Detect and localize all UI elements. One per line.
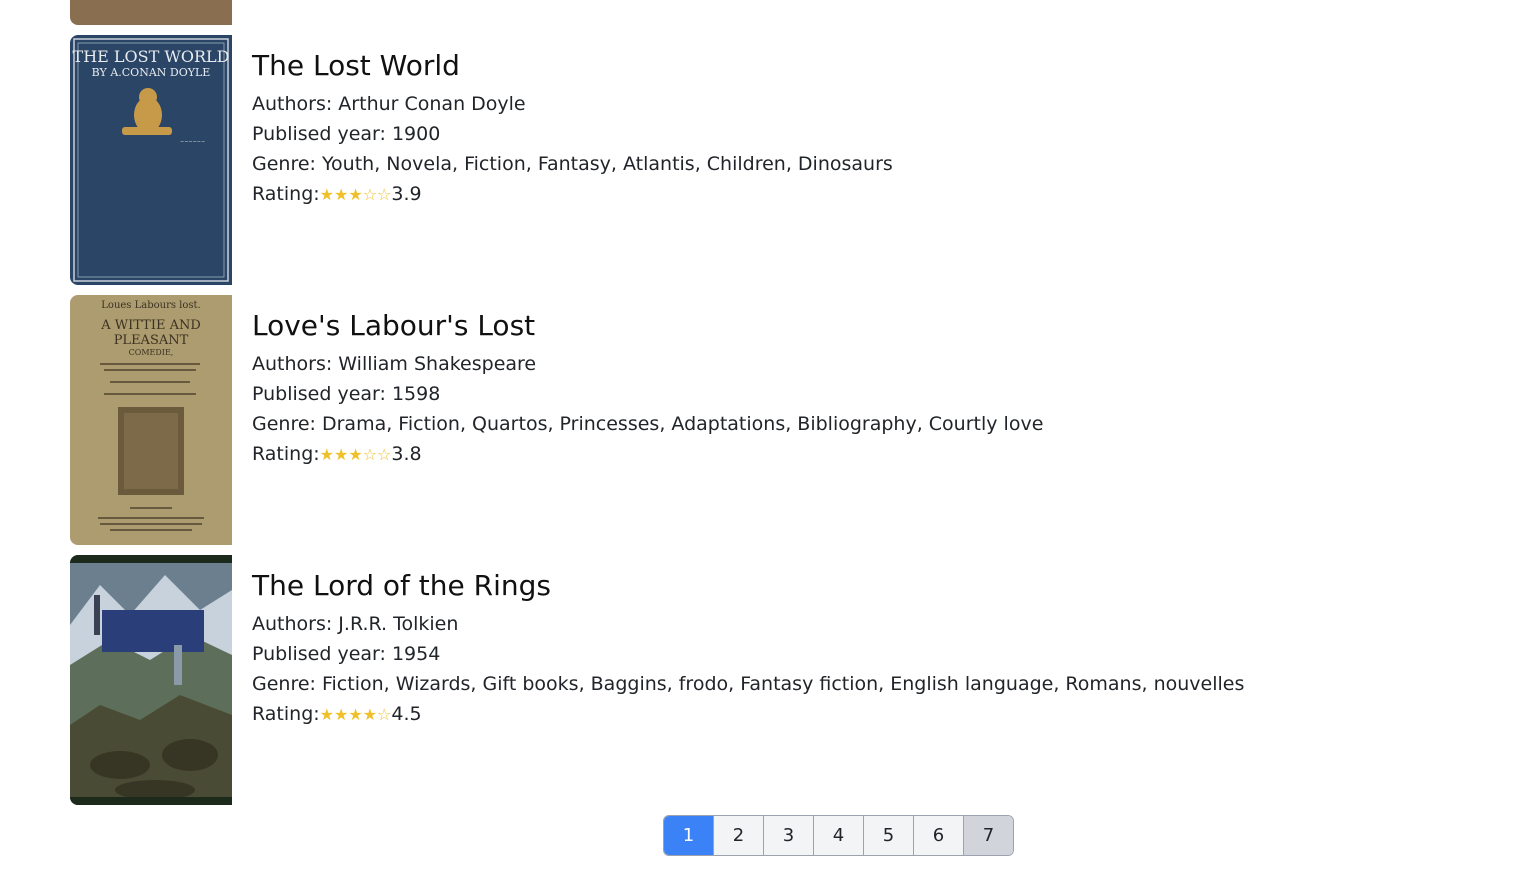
book-item: The Lord of the Rings Authors: J.R.R. To… [70,555,1470,805]
page-button-1[interactable]: 1 [664,816,714,855]
rating-value: 3.9 [391,183,422,205]
pagination: 1 2 3 4 5 6 7 [663,815,1014,856]
book-cover-image[interactable]: Loues Labours lost. A WITTIE AND PLEASAN… [70,295,232,545]
star-rating-icon: ★★★☆☆ [319,185,392,204]
book-title[interactable]: The Lost World [252,49,893,83]
book-title[interactable]: Love's Labour's Lost [252,309,1043,343]
book-title[interactable]: The Lord of the Rings [252,569,1244,603]
book-cover-partial[interactable] [70,0,232,25]
book-year: Publised year: 1900 [252,123,441,145]
star-rating-icon: ★★★☆☆ [319,445,392,464]
page-button-2[interactable]: 2 [714,816,764,855]
book-rating: Rating:★★★☆☆3.8 [252,439,1043,470]
book-item: THE LOST WORLD BY A.CONAN DOYLE ~~~~~~ T… [70,35,1470,285]
cover-subtitle-text: COMEDIE, [129,348,174,357]
rating-label: Rating: [252,443,320,465]
book-authors: Authors: J.R.R. Tolkien [252,613,459,635]
cover-subtitle-text: PLEASANT [114,333,189,348]
book-year: Publised year: 1598 [252,383,441,405]
page-button-4[interactable]: 4 [814,816,864,855]
book-year: Publised year: 1954 [252,643,441,665]
cover-author-text: BY A.CONAN DOYLE [92,66,211,79]
book-genre: Genre: Drama, Fiction, Quartos, Princess… [252,413,1044,435]
page-button-7[interactable]: 7 [964,816,1013,855]
star-rating-icon: ★★★★☆ [319,705,392,724]
cover-title-text: THE LOST WORLD [73,47,230,66]
rating-label: Rating: [252,183,320,205]
page-button-3[interactable]: 3 [764,816,814,855]
book-genre: Genre: Fiction, Wizards, Gift books, Bag… [252,673,1245,695]
book-genre: Genre: Youth, Novela, Fiction, Fantasy, … [252,153,893,175]
cover-subtitle-text: A WITTIE AND [100,318,201,333]
book-cover-image[interactable] [70,555,232,805]
book-list-page: THE LOST WORLD BY A.CONAN DOYLE ~~~~~~ T… [0,0,1531,872]
rating-label: Rating: [252,703,320,725]
page-button-5[interactable]: 5 [864,816,914,855]
svg-text:~~~~~~: ~~~~~~ [180,139,205,145]
book-rating: Rating:★★★☆☆3.9 [252,179,893,210]
rating-value: 3.8 [391,443,422,465]
book-rating: Rating:★★★★☆4.5 [252,699,1244,730]
book-item: Loues Labours lost. A WITTIE AND PLEASAN… [70,295,1470,545]
book-authors: Authors: Arthur Conan Doyle [252,93,526,115]
cover-title-text: Loues Labours lost. [101,300,200,311]
page-button-6[interactable]: 6 [914,816,964,855]
rating-value: 4.5 [391,703,422,725]
book-authors: Authors: William Shakespeare [252,353,537,375]
book-cover-image[interactable]: THE LOST WORLD BY A.CONAN DOYLE ~~~~~~ [70,35,232,285]
